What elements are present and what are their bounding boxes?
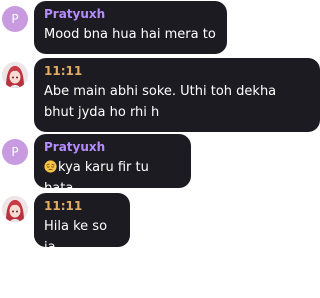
avatar[interactable] xyxy=(2,62,28,88)
anime-avatar-icon xyxy=(2,62,28,88)
avatar[interactable]: P xyxy=(2,6,28,32)
message-text: Abe main abhi soke. Uthi toh dekha bhut … xyxy=(44,84,277,120)
sender-name[interactable]: 11:11 xyxy=(44,198,120,214)
avatar[interactable] xyxy=(2,196,28,222)
pensive-face-emoji xyxy=(44,160,57,173)
chat-log: P Pratyuxh Mood bna hua hai mera to 11:1… xyxy=(0,0,320,298)
sender-name[interactable]: Pratyuxh xyxy=(44,139,181,155)
message-text-content: kya karu fir tu bata xyxy=(44,160,149,196)
avatar-letter: P xyxy=(11,145,19,159)
sender-name[interactable]: 11:11 xyxy=(44,63,310,79)
avatar[interactable]: P xyxy=(2,139,28,165)
message-bubble: 11:11 Abe main abhi soke. Uthi toh dekha… xyxy=(34,58,320,132)
message-bubble: 11:11 Hila ke so ja xyxy=(34,193,130,255)
anime-avatar-icon xyxy=(2,196,28,222)
message-bubble: Pratyuxh kya karu fir tu bata xyxy=(34,134,191,196)
message-text: Hila ke so ja xyxy=(44,219,108,255)
message-bubble: Pratyuxh Mood bna hua hai mera to xyxy=(34,1,227,54)
avatar-letter: P xyxy=(11,12,19,26)
message-text: Mood bna hua hai mera to xyxy=(44,27,216,42)
sender-name[interactable]: Pratyuxh xyxy=(44,6,217,22)
